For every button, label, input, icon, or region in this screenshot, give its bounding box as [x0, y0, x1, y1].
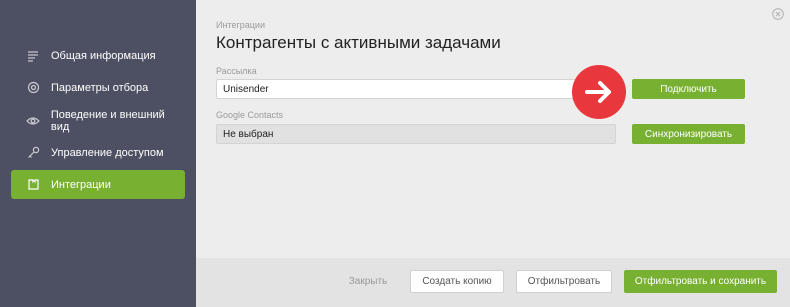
sidebar-item-label: Общая информация [51, 49, 156, 62]
close-icon[interactable] [772, 7, 784, 20]
sidebar-item-label: Интеграции [51, 178, 111, 191]
sidebar-item-behavior[interactable]: Поведение и внешний вид [11, 106, 185, 135]
mailing-select[interactable]: Unisender [216, 79, 616, 99]
sidebar-item-filter-params[interactable]: Параметры отбора [11, 73, 185, 102]
filter-button[interactable]: Отфильтровать [516, 270, 612, 293]
sidebar-item-access[interactable]: Управление доступом [11, 138, 185, 167]
eye-icon [25, 113, 41, 129]
puzzle-icon [25, 177, 41, 193]
gear-icon [25, 80, 41, 96]
google-contacts-select[interactable]: Не выбран [216, 124, 616, 144]
breadcrumb: Интеграции [216, 20, 265, 30]
sync-button[interactable]: Синхронизировать [632, 124, 745, 144]
create-copy-button[interactable]: Создать копию [410, 270, 504, 293]
list-icon [25, 48, 41, 64]
sidebar-item-label: Поведение и внешний вид [50, 108, 165, 133]
page-title: Контрагенты с активными задачами [216, 33, 501, 52]
arrow-right-icon [572, 65, 626, 119]
sidebar-item-integrations[interactable]: Интеграции [11, 170, 185, 199]
sidebar-item-general-info[interactable]: Общая информация [11, 41, 185, 70]
sidebar: Общая информация Параметры отбора Поведе… [0, 0, 196, 307]
google-contacts-label: Google Contacts [216, 110, 284, 120]
close-button[interactable]: Закрыть [341, 270, 395, 293]
filter-and-save-button[interactable]: Отфильтровать и сохранить [624, 270, 777, 293]
sidebar-item-label: Управление доступом [51, 146, 164, 159]
mailing-value: Unisender [223, 83, 269, 95]
connect-button[interactable]: Подключить [632, 79, 745, 99]
sidebar-item-label: Параметры отбора [51, 81, 149, 94]
google-contacts-value: Не выбран [223, 128, 274, 140]
mailing-label: Рассылка [216, 66, 257, 76]
key-icon [25, 145, 41, 161]
